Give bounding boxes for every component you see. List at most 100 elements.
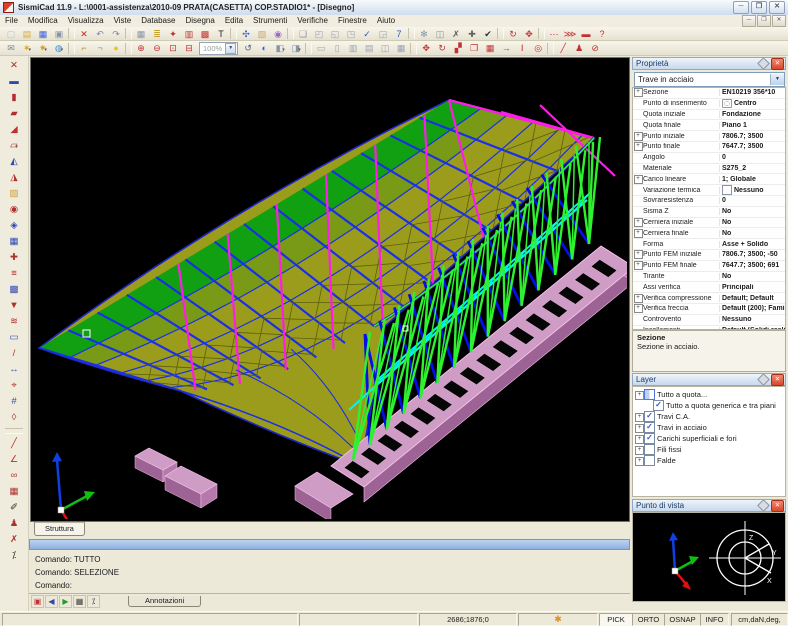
toggle-orto[interactable]: ORTO [632, 613, 665, 626]
solid-box-icon[interactable]: ▧ [254, 28, 270, 40]
load-surface-icon[interactable]: ▩ [3, 282, 25, 298]
viewpoint-viewport[interactable]: ZYX [632, 512, 786, 602]
property-row[interactable]: +Verifica compressioneDefault; Default [633, 293, 785, 304]
menu-disegna[interactable]: Disegna [180, 15, 219, 27]
property-row[interactable]: TiranteNo [633, 272, 785, 283]
property-value[interactable]: Asse + Solido [720, 241, 785, 248]
redo-icon[interactable]: ↷ [108, 28, 124, 40]
array-icon[interactable]: ▦ [482, 42, 498, 54]
favorite-add-icon[interactable]: ✶▾ [19, 42, 35, 54]
chevron-down-icon[interactable]: ▾ [15, 144, 18, 150]
mdi-restore-button[interactable]: ❐ [757, 15, 771, 27]
chevron-down-icon[interactable]: ▼ [225, 43, 236, 54]
lamp-icon[interactable]: ● [108, 42, 124, 54]
mdi-minimize-button[interactable]: ─ [742, 15, 756, 27]
beam-section-icon[interactable]: Ⅰ [514, 42, 530, 54]
expand-icon[interactable]: + [635, 444, 644, 455]
property-row[interactable]: Punto di inserimentoCentro [633, 99, 785, 110]
wrench-icon[interactable]: ✚ [464, 28, 480, 40]
wall-icon[interactable]: ▰ [3, 106, 25, 122]
close-button[interactable]: ✕ [769, 1, 785, 14]
menu-aiuto[interactable]: Aiuto [372, 15, 400, 27]
axis-target-icon[interactable]: ⌖ [3, 378, 25, 394]
menu-visualizza[interactable]: Visualizza [63, 15, 109, 27]
help-icon[interactable]: ? [594, 28, 610, 40]
rotate-c-icon[interactable]: ↻ [505, 28, 521, 40]
cmd-save-log-icon[interactable]: ▦ [73, 595, 86, 608]
property-row[interactable]: +Punto finale7647.7; 3500 [633, 142, 785, 153]
insert-person-icon[interactable]: ✦ [165, 28, 181, 40]
menu-viste[interactable]: Viste [109, 15, 137, 27]
expand-icon[interactable]: + [635, 433, 644, 444]
expand-icon[interactable]: + [633, 229, 643, 238]
slab-icon[interactable]: ▱▾ [3, 138, 25, 154]
roof-panel-icon[interactable]: ◢ [3, 122, 25, 138]
property-value[interactable]: Default; Default [720, 295, 785, 302]
property-value[interactable]: No [720, 273, 785, 280]
material-sphere-icon[interactable]: ◉ [270, 28, 286, 40]
property-row[interactable]: Variazione termicaNessuno [633, 185, 785, 196]
view-side-icon[interactable]: ◳ [343, 28, 359, 40]
restore-button[interactable]: ❐ [751, 1, 767, 14]
truss-up-icon[interactable]: ◭ [3, 154, 25, 170]
pin-icon[interactable] [757, 499, 770, 512]
verify-icon[interactable]: ✔ [480, 28, 496, 40]
property-value[interactable]: Principali [720, 284, 785, 291]
toggle-pick[interactable]: PICK [599, 613, 633, 626]
property-row[interactable]: FormaAsse + Solido [633, 239, 785, 250]
expand-icon[interactable]: + [635, 389, 644, 400]
chevron-down-icon[interactable]: ▾ [45, 47, 48, 53]
rotate-icon[interactable]: ↻ [434, 42, 450, 54]
delete-icon[interactable]: ✕ [76, 28, 92, 40]
property-row[interactable]: +Punto FEM iniziale7806.7; 3500; -50 [633, 250, 785, 261]
view-top-icon[interactable]: ◱ [327, 28, 343, 40]
levels-icon[interactable]: ≣ [149, 28, 165, 40]
mirror-icon[interactable]: ▞ [450, 42, 466, 54]
toggle-info[interactable]: INFO [700, 613, 729, 626]
plate-icon[interactable]: ▨ [3, 186, 25, 202]
zoom-out-icon[interactable]: ⊖ [149, 42, 165, 54]
polyline-icon[interactable]: ∠ [3, 452, 25, 468]
settings-icon[interactable]: ✻ [416, 28, 432, 40]
cmd-edit-icon[interactable]: ⁒ [87, 595, 100, 608]
property-value[interactable]: S275_2 [720, 165, 785, 172]
pin-icon[interactable] [757, 373, 770, 386]
command-window-titlebar[interactable] [29, 539, 630, 550]
chevron-down-icon[interactable]: ▾ [298, 47, 301, 53]
picker-icon[interactable]: ✐ [3, 500, 25, 516]
property-value[interactable]: No [720, 230, 785, 237]
anchor-icon[interactable]: ✣ [238, 28, 254, 40]
annotate-pen-icon[interactable]: ⁒ [3, 548, 25, 564]
drawing-viewport[interactable] [30, 57, 630, 522]
orbit-icon[interactable]: ↺ [240, 42, 256, 54]
layer-item[interactable]: +Fili fissi [633, 444, 785, 455]
property-value[interactable]: 0 [720, 154, 785, 161]
checkbox-unchecked[interactable] [644, 455, 655, 466]
group-icon[interactable]: ◫ [377, 42, 393, 54]
property-value[interactable]: No [720, 208, 785, 215]
shade-mode-icon[interactable]: ◧▾ [272, 42, 288, 54]
circle-ref-icon[interactable]: ◎ [530, 42, 546, 54]
pin-icon[interactable] [757, 57, 770, 70]
checkbox-checked[interactable]: ✓ [644, 422, 655, 433]
weld-icon[interactable]: ◈ [3, 218, 25, 234]
sketch-icon[interactable]: 7 [391, 28, 407, 40]
menu-database[interactable]: Database [136, 15, 180, 27]
cmd-stop-icon[interactable]: ▣ [31, 595, 44, 608]
section-cut-icon[interactable]: / [3, 346, 25, 362]
property-value[interactable]: Fondazione [720, 111, 785, 118]
chevron-down-icon[interactable]: ▾ [61, 47, 64, 53]
open-icon[interactable]: ▤ [19, 28, 35, 40]
command-history[interactable]: Comando: TUTTOComando: SELEZIONEComando: [29, 550, 630, 592]
layer-item[interactable]: +✓Travi C.A. [633, 411, 785, 422]
expand-icon[interactable]: + [633, 142, 643, 151]
foundation-icon[interactable]: ▼ [3, 298, 25, 314]
text-tool-icon[interactable]: T [213, 28, 229, 40]
align-icon[interactable]: ▥ [345, 42, 361, 54]
object-props-icon[interactable]: ▦ [393, 42, 409, 54]
move-icon[interactable]: ✥ [418, 42, 434, 54]
layer-item[interactable]: +✓Carichi superficiali e fori [633, 433, 785, 444]
menu-verifiche[interactable]: Verifiche [292, 15, 333, 27]
node-icon[interactable]: ✕ [3, 58, 25, 74]
zoom-level-select[interactable]: 100%▼ [199, 42, 238, 55]
